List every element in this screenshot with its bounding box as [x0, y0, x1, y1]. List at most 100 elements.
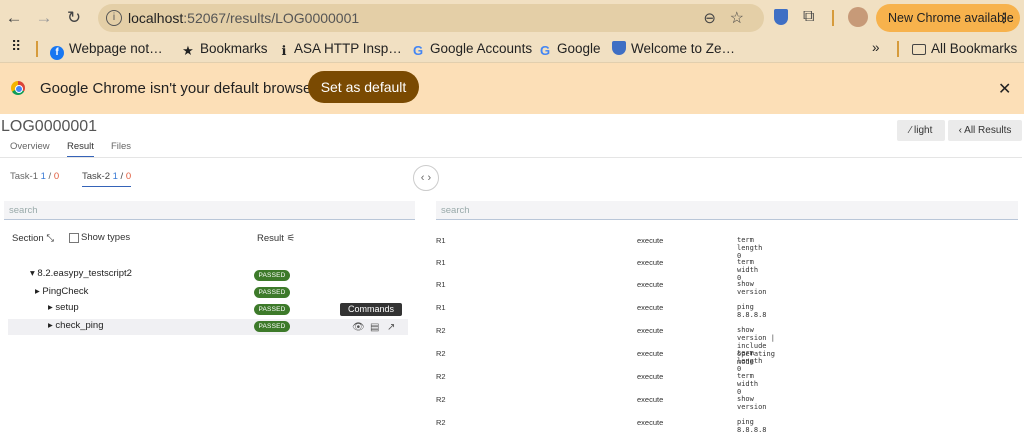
bookmark-label: ASA HTTP Insp… — [294, 41, 402, 56]
command-action: execute — [637, 372, 664, 381]
google-icon: G — [412, 43, 424, 58]
eye-icon[interactable]: 👁 — [352, 322, 365, 333]
light-theme-button[interactable]: ⁄ light — [897, 120, 945, 141]
panel-splitter-toggle[interactable]: ‹ › — [413, 165, 439, 191]
site-info-icon[interactable]: i — [106, 10, 122, 26]
command-command: term length 0 — [737, 236, 763, 260]
command-device: R1 — [436, 258, 446, 267]
bookmarks-divider — [897, 41, 899, 57]
external-link-icon[interactable]: ↗ — [387, 322, 395, 333]
bookmark-label: Bookmarks — [200, 41, 268, 56]
bookmark-bookmarks[interactable]: ★ Bookmarks — [181, 41, 268, 58]
task-tab-2[interactable]: Task-2 1 / 0 — [82, 171, 132, 187]
back-arrow-icon[interactable]: ← — [4, 8, 24, 28]
status-badge: PASSED — [254, 304, 290, 315]
new-chrome-available-button[interactable]: New Chrome available ⋮ — [876, 4, 1020, 32]
tree-row[interactable]: ▾ 8.2.easypy_testscript2 — [30, 266, 132, 282]
command-search-input[interactable]: search — [436, 201, 1018, 220]
bookmark-google[interactable]: G Google — [538, 41, 601, 58]
command-device: R2 — [436, 395, 446, 404]
show-types-checkbox[interactable] — [69, 233, 79, 243]
section-search-input[interactable]: search — [4, 201, 415, 220]
tree-label: 8.2.easypy_testscript2 — [37, 268, 132, 279]
status-badge: PASSED — [254, 287, 290, 298]
new-chrome-label: New Chrome available — [888, 11, 1014, 25]
address-bar[interactable]: i localhost:52067/results/LOG0000001 ⊖ ☆ — [98, 4, 764, 32]
command-action: execute — [637, 395, 664, 404]
all-results-button[interactable]: ‹ All Results — [948, 120, 1022, 141]
caret-right-icon[interactable]: ▸ — [48, 320, 53, 331]
command-device: R2 — [436, 326, 446, 335]
bookmark-star-icon[interactable]: ☆ — [730, 8, 744, 28]
task-name: Task-2 — [82, 171, 110, 182]
result-label: Result — [257, 233, 284, 244]
bookmark-asa-http[interactable]: ℹ ASA HTTP Insp… — [279, 41, 402, 58]
command-action: execute — [637, 349, 664, 358]
tab-overview[interactable]: Overview — [10, 141, 50, 152]
status-badge: PASSED — [254, 270, 290, 281]
tab-result[interactable]: Result — [67, 141, 94, 157]
shield-icon — [612, 41, 626, 55]
command-device: R2 — [436, 418, 446, 427]
commands-icon[interactable]: ▤ — [370, 322, 379, 333]
tab-files[interactable]: Files — [111, 141, 131, 152]
command-command: ping 8.8.8.8 — [737, 303, 767, 319]
apps-grid-icon[interactable]: ⠿ — [11, 38, 21, 55]
task-pass-count: 1 — [112, 171, 118, 182]
bookmarks-overflow-button[interactable]: » — [872, 40, 880, 55]
bookmark-label: Google Accounts — [430, 41, 533, 56]
caret-right-icon[interactable]: ▸ — [35, 286, 40, 297]
profile-avatar[interactable] — [848, 7, 868, 27]
close-icon[interactable]: ✕ — [998, 79, 1011, 99]
zoom-icon[interactable]: ⊖ — [703, 9, 716, 27]
show-types-label: Show types — [81, 232, 131, 243]
chrome-logo-icon — [11, 81, 25, 95]
command-command: show version — [737, 395, 767, 411]
set-as-default-button[interactable]: Set as default — [308, 71, 419, 103]
command-command: term width 0 — [737, 372, 759, 396]
bookmark-label: Welcome to Ze… — [631, 41, 736, 56]
task-fail-count: 0 — [125, 171, 132, 182]
folder-icon: ℹ — [281, 43, 287, 58]
facebook-icon: f — [50, 46, 64, 60]
reload-icon[interactable]: ↻ — [64, 8, 84, 28]
section-label: Section — [12, 233, 44, 244]
command-action: execute — [637, 418, 664, 427]
tree-label: setup — [55, 302, 79, 313]
command-action: execute — [637, 326, 664, 335]
bookmarks-divider — [36, 41, 38, 57]
task-pass-count: 1 — [40, 171, 46, 182]
forward-arrow-icon[interactable]: → — [34, 8, 54, 28]
bookmark-welcome-to-ze[interactable]: Welcome to Ze… — [612, 41, 735, 56]
bookmark-google-accounts[interactable]: G Google Accounts — [411, 41, 532, 58]
caret-down-icon[interactable]: ▾ — [30, 268, 35, 279]
tree-row[interactable]: ▸ setup — [48, 300, 79, 316]
menu-kebab-icon[interactable]: ⋮ — [998, 4, 1011, 32]
url-text: localhost:52067/results/LOG0000001 — [128, 10, 359, 26]
bookmark-webpage-not[interactable]: f Webpage not… — [50, 41, 163, 60]
result-header[interactable]: Result ⚟ — [257, 233, 295, 244]
url-host: localhost — [128, 10, 184, 26]
filter-icon[interactable]: ⚟ — [287, 233, 296, 244]
extensions-puzzle-icon[interactable]: ⧉ — [803, 8, 814, 26]
command-device: R1 — [436, 303, 446, 312]
tree-row[interactable]: ▸ PingCheck — [35, 284, 88, 300]
tabs-divider — [0, 157, 1022, 158]
task-tab-1[interactable]: Task-1 1 / 0 — [10, 171, 59, 182]
status-badge: PASSED — [254, 321, 290, 332]
tree-row[interactable]: ▸ check_ping — [48, 318, 103, 334]
tree-label: PingCheck — [42, 286, 89, 297]
commands-tooltip: Commands — [340, 303, 402, 316]
bookmark-label: Google — [557, 41, 601, 56]
command-device: R2 — [436, 349, 446, 358]
all-bookmarks-button[interactable]: All Bookmarks — [912, 41, 1017, 56]
all-results-label: All Results — [964, 125, 1012, 136]
page-title: LOG0000001 — [1, 118, 98, 135]
all-bookmarks-label: All Bookmarks — [931, 41, 1018, 56]
command-action: execute — [637, 236, 664, 245]
extension-shield-icon[interactable] — [774, 9, 788, 25]
section-header: Section ⤡ — [12, 233, 54, 244]
caret-right-icon[interactable]: ▸ — [48, 302, 53, 313]
collapse-icon[interactable]: ⤡ — [46, 233, 54, 244]
command-device: R1 — [436, 236, 446, 245]
